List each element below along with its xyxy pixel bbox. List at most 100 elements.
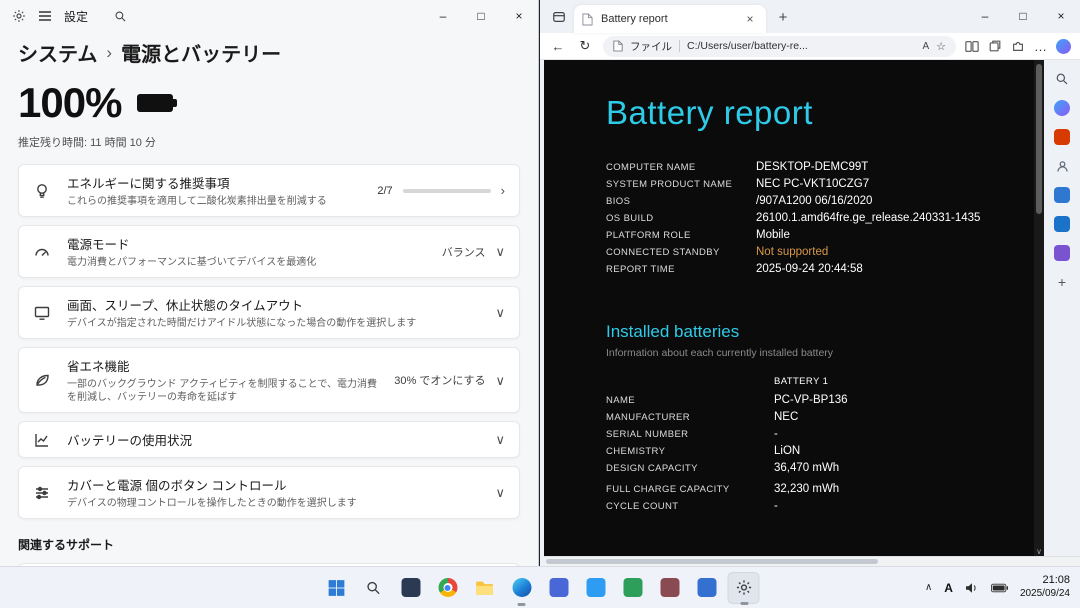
refresh-icon[interactable]: ↻ [576,38,594,54]
card-title: 画面、スリープ、休止状態のタイムアウト [67,295,481,314]
battery-report-content: Battery report COMPUTER NAMEDESKTOP-DEMC… [544,60,1034,512]
start-button[interactable] [321,572,353,604]
file-explorer-icon[interactable] [469,572,501,604]
table-row: SERIAL NUMBER- [606,428,1018,440]
taskbar-clock[interactable]: 21:08 2025/09/24 [1020,574,1070,600]
chrome-icon[interactable] [432,572,464,604]
edge-tab-bar: Battery report × + – □ × [540,0,1080,33]
card-energy-saver[interactable]: 省エネ機能 一部のバックグラウンド アクティビティを制限することで、電力消費を削… [18,347,520,413]
tab-battery-report[interactable]: Battery report × [574,5,766,33]
taskbar-app-maroon-icon[interactable] [654,572,686,604]
tray-battery-icon[interactable] [991,583,1008,593]
taskbar-app-blue-icon-3[interactable] [691,572,723,604]
chevron-right-icon[interactable]: › [501,184,505,197]
card-power-mode[interactable]: 電源モード 電力消費とパフォーマンスに基づいてデバイスを最適化 バランス ∨ [18,225,520,278]
address-bar[interactable]: ファイル C:/Users/user/battery-re... A ☆ [603,36,956,57]
scroll-down-icon[interactable]: ∨ [1034,547,1044,556]
sidebar-people-icon[interactable] [1053,157,1071,175]
energy-saver-value[interactable]: 30% でオンにする [394,372,485,388]
card-battery-usage[interactable]: バッテリーの使用状況 ∨ [18,421,520,458]
taskbar-app-dark-icon[interactable] [395,572,427,604]
settings-more-icon[interactable]: … [1034,39,1047,54]
favorite-star-icon[interactable]: ☆ [936,40,946,53]
speaker-icon[interactable] [965,582,979,594]
battery-estimate: 推定残り時間: 11 時間 10 分 [18,134,520,150]
gauge-icon [33,243,53,261]
edge-sidebar: + [1044,60,1080,556]
file-icon [613,40,623,52]
card-lid-power-buttons[interactable]: カバーと電源 個のボタン コントロール デバイスの物理コントロールを操作したとき… [18,466,520,519]
copilot-icon[interactable] [1056,39,1071,54]
tab-close-icon[interactable]: × [742,12,758,26]
sidebar-add-icon[interactable]: + [1053,273,1071,291]
card-subtitle: デバイスの物理コントロールを操作したときの動作を選択します [67,497,481,510]
chevron-down-icon[interactable]: ∨ [495,306,505,319]
card-title: カバーと電源 個のボタン コントロール [67,475,481,494]
table-row: FULL CHARGE CAPACITY32,230 mWh [606,483,1018,495]
lightbulb-icon [33,182,53,200]
chevron-down-icon[interactable]: ∨ [495,486,505,499]
new-tab-button[interactable]: + [770,4,796,30]
settings-cards: エネルギーに関する推奨事項 これらの推奨事項を適用して二酸化炭素排出量を削減する… [18,164,520,519]
settings-content: システム › 電源とバッテリー 100% 推定残り時間: 11 時間 10 分 … [0,32,538,566]
report-title: Battery report [606,94,1018,132]
read-aloud-icon[interactable]: A [922,41,929,52]
battery-column-header: BATTERY 1 [774,376,828,387]
taskbar: ∧ A 21:08 2025/09/24 [0,566,1080,608]
close-button[interactable]: × [500,0,538,32]
address-scheme-label: ファイル [630,39,672,54]
extensions-icon[interactable] [1011,39,1025,53]
hidden-icons-chevron[interactable]: ∧ [925,582,932,593]
settings-taskbar-icon[interactable] [728,572,760,604]
battery-status: 100% [18,79,520,127]
close-button[interactable]: × [1042,0,1080,32]
maximize-button[interactable]: □ [1004,0,1042,32]
edge-window: Battery report × + – □ × ← ↻ ファイル C:/Use… [540,0,1080,566]
chevron-down-icon[interactable]: ∨ [495,433,505,446]
split-screen-icon[interactable] [965,40,979,53]
taskbar-search-button[interactable] [358,572,390,604]
ime-indicator[interactable]: A [944,581,953,595]
battery-report-page: Battery report COMPUTER NAMEDESKTOP-DEMC… [544,60,1034,556]
sidebar-copilot-icon[interactable] [1053,99,1071,117]
chevron-down-icon[interactable]: ∨ [495,245,505,258]
vertical-scrollbar[interactable]: ∨ [1034,60,1044,556]
card-screen-sleep-timeouts[interactable]: 画面、スリープ、休止状態のタイムアウト デバイスが指定された時間だけアイドル状態… [18,286,520,339]
breadcrumb: システム › 電源とバッテリー [18,38,520,67]
sidebar-drop-icon[interactable] [1053,244,1071,262]
power-mode-value[interactable]: バランス [442,244,486,260]
sidebar-search-icon[interactable] [1053,70,1071,88]
minimize-button[interactable]: – [966,0,1004,32]
sidebar-outlook-icon[interactable] [1053,215,1071,233]
search-icon[interactable] [114,10,127,23]
hamburger-menu-icon[interactable] [38,10,52,22]
collections-icon[interactable] [988,39,1002,53]
card-energy-recommendations[interactable]: エネルギーに関する推奨事項 これらの推奨事項を適用して二酸化炭素排出量を削減する… [18,164,520,217]
taskbar-app-blue-icon-2[interactable] [580,572,612,604]
horizontal-scrollbar[interactable] [544,556,1080,566]
report-field: SYSTEM PRODUCT NAMENEC PC-VKT10CZG7 [606,178,1018,190]
monitor-icon [33,304,53,322]
breadcrumb-system[interactable]: システム [18,38,97,67]
scrollbar-thumb[interactable] [546,559,878,564]
card-title: エネルギーに関する推奨事項 [67,173,363,192]
chevron-down-icon[interactable]: ∨ [495,374,505,387]
maximize-button[interactable]: □ [462,0,500,32]
taskbar-app-green-icon[interactable] [617,572,649,604]
battery-percent: 100% [18,79,121,127]
sidebar-m365-icon[interactable] [1053,128,1071,146]
installed-batteries-heading: Installed batteries [606,322,1018,342]
taskbar-app-blue-icon-1[interactable] [543,572,575,604]
tab-actions-icon[interactable] [548,6,570,28]
energy-progress-count: 2/7 [377,185,392,197]
scrollbar-thumb[interactable] [1036,64,1042,214]
energy-progress-bar [403,189,491,193]
edge-icon[interactable] [506,572,538,604]
minimize-button[interactable]: – [424,0,462,32]
battery-table: BATTERY 1 NAMEPC-VP-BP136 MANUFACTURERNE… [606,376,1018,512]
report-field: COMPUTER NAMEDESKTOP-DEMC99T [606,161,1018,173]
sidebar-designer-icon[interactable] [1053,186,1071,204]
back-icon[interactable]: ← [549,39,567,54]
table-row: CHEMISTRYLiON [606,445,1018,457]
settings-window-controls: – □ × [424,0,538,32]
